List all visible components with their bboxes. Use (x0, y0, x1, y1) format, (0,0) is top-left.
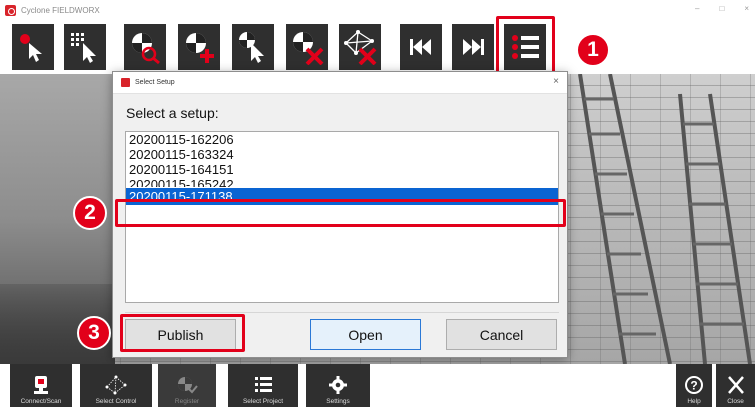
nav-label: Close (727, 398, 744, 405)
nav-label: Settings (326, 398, 350, 405)
close-icon (727, 376, 744, 394)
select-target-button[interactable] (232, 24, 274, 70)
top-toolbar (0, 16, 755, 76)
dialog-app-icon (121, 78, 130, 87)
callout-badge-1: 1 (576, 33, 610, 67)
cancel-button[interactable]: Cancel (446, 319, 557, 350)
callout-badge-3: 3 (77, 316, 111, 350)
nav-label: Help (687, 398, 701, 405)
list-item[interactable]: 20200115-163324 (126, 147, 558, 162)
highlight-setup-list (496, 16, 555, 76)
network-delete-icon (344, 30, 377, 65)
list-item[interactable]: 20200115-164151 (126, 162, 558, 177)
skip-forward-icon (463, 39, 484, 55)
zoom-target-button[interactable] (124, 24, 166, 70)
maximize-button[interactable]: □ (719, 4, 724, 13)
register-target-icon (178, 377, 198, 394)
open-button[interactable]: Open (310, 319, 421, 350)
network-icon (105, 375, 127, 395)
grid-select-button[interactable] (64, 24, 106, 70)
window-controls: – □ × (695, 4, 749, 13)
nav-label: Register (174, 398, 200, 405)
highlight-selected-setup (115, 199, 566, 227)
nav-settings[interactable]: Settings (306, 364, 370, 407)
nav-help[interactable]: ? Help (676, 364, 712, 407)
target-cursor-icon (239, 32, 264, 63)
list-icon (255, 377, 272, 392)
callout-badge-2: 2 (73, 196, 107, 230)
grid-cursor-icon (71, 33, 96, 63)
touch-select-button[interactable] (12, 24, 54, 70)
last-setup-button[interactable] (452, 24, 494, 70)
gear-icon (329, 376, 347, 394)
nav-select-control[interactable]: Select Control (80, 364, 152, 407)
delete-network-button[interactable] (339, 24, 381, 70)
ladder-image (578, 74, 752, 364)
dialog-prompt: Select a setup: (126, 105, 219, 121)
list-item[interactable]: 20200115-165242 (126, 177, 558, 187)
nav-close[interactable]: Close (716, 364, 755, 407)
help-icon: ? (685, 376, 703, 394)
dialog-close-button[interactable]: × (553, 76, 559, 87)
minimize-button[interactable]: – (695, 4, 699, 13)
app-logo-icon (5, 4, 16, 16)
window-title: Cyclone FIELDWORX (21, 5, 100, 15)
first-setup-button[interactable] (400, 24, 442, 70)
target-magnify-icon (132, 33, 160, 65)
hand-pointer-icon (20, 34, 42, 62)
svg-text:?: ? (690, 379, 697, 393)
scanner-icon (34, 376, 48, 394)
list-item[interactable]: 20200115-162206 (126, 132, 558, 147)
delete-target-button[interactable] (286, 24, 328, 70)
highlight-publish (120, 314, 245, 352)
bottom-nav-bar: Connect/Scan Select Control Register Sel… (0, 364, 755, 407)
add-target-button[interactable] (178, 24, 220, 70)
dialog-title-bar: Select Setup × (113, 72, 567, 94)
title-bar: Cyclone FIELDWORX – □ × (0, 0, 755, 20)
dialog-title: Select Setup (135, 79, 175, 86)
skip-back-icon (410, 39, 431, 55)
target-add-icon (186, 33, 214, 63)
nav-connect-scan[interactable]: Connect/Scan (10, 364, 72, 407)
nav-register[interactable]: Register (158, 364, 216, 407)
nav-select-project[interactable]: Select Project (228, 364, 298, 407)
dialog-separator (125, 312, 559, 313)
nav-label: Connect/Scan (20, 398, 62, 405)
nav-label: Select Project (242, 398, 284, 405)
nav-label: Select Control (95, 398, 137, 405)
target-delete-icon (293, 32, 324, 65)
close-window-button[interactable]: × (744, 4, 749, 13)
